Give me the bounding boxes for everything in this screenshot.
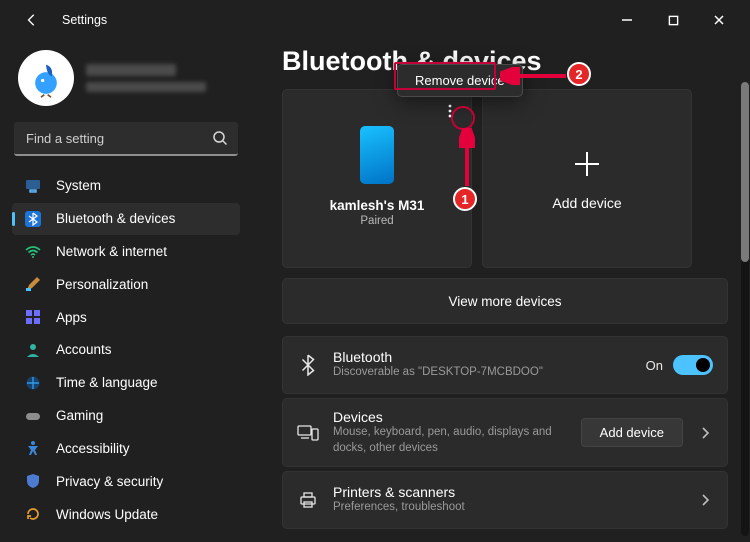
devices-icon (297, 422, 319, 444)
row-title: Bluetooth (333, 349, 632, 365)
minimize-button[interactable] (604, 4, 650, 36)
printer-icon (297, 489, 319, 511)
row-title: Devices (333, 409, 567, 425)
profile-block[interactable] (12, 46, 240, 120)
nav-privacy-security[interactable]: Privacy & security (12, 465, 240, 497)
nav-label: Privacy & security (56, 474, 163, 489)
bluetooth-outline-icon (297, 354, 319, 376)
nav-time-language[interactable]: Time & language (12, 367, 240, 399)
device-status: Paired (360, 215, 393, 227)
window-title: Settings (62, 13, 107, 27)
nav-accessibility[interactable]: Accessibility (12, 433, 240, 465)
row-devices[interactable]: Devices Mouse, keyboard, pen, audio, dis… (282, 398, 728, 467)
gaming-icon (24, 407, 42, 425)
nav-label: System (56, 178, 101, 193)
wifi-icon (24, 243, 42, 261)
nav-gaming[interactable]: Gaming (12, 400, 240, 432)
nav-personalization[interactable]: Personalization (12, 268, 240, 300)
accessibility-icon (24, 439, 42, 457)
profile-name-redacted (86, 64, 206, 92)
nav-apps[interactable]: Apps (12, 301, 240, 333)
scrollbar-thumb[interactable] (741, 82, 749, 262)
close-button[interactable] (696, 4, 742, 36)
nav-system[interactable]: System (12, 170, 240, 202)
bluetooth-toggle[interactable] (673, 355, 713, 375)
device-name: kamlesh's M31 (330, 198, 425, 213)
titlebar: Settings (0, 0, 750, 40)
row-subtitle: Discoverable as "DESKTOP-7MCBDOO" (333, 365, 632, 381)
device-more-button[interactable] (439, 100, 461, 122)
bluetooth-icon (24, 210, 42, 228)
nav-list: System Bluetooth & devices Network & int… (12, 170, 240, 530)
search-icon (212, 130, 228, 151)
update-icon (24, 505, 42, 523)
main-content: Bluetooth & devices kamlesh's M31 Paired… (252, 40, 750, 542)
paintbrush-icon (24, 275, 42, 293)
chevron-right-icon (697, 425, 713, 441)
nav-accounts[interactable]: Accounts (12, 334, 240, 366)
add-device-card[interactable]: Add device (482, 89, 692, 268)
back-button[interactable] (20, 13, 44, 27)
search-box[interactable] (14, 122, 238, 156)
row-subtitle: Mouse, keyboard, pen, audio, displays an… (333, 425, 567, 456)
toggle-label: On (646, 358, 663, 373)
paired-device-card[interactable]: kamlesh's M31 Paired (282, 89, 472, 268)
chevron-right-icon (697, 492, 713, 508)
row-printers[interactable]: Printers & scanners Preferences, trouble… (282, 471, 728, 529)
row-title: Printers & scanners (333, 484, 683, 500)
person-icon (24, 341, 42, 359)
view-more-label: View more devices (448, 294, 561, 309)
row-subtitle: Preferences, troubleshoot (333, 500, 683, 516)
nav-label: Network & internet (56, 244, 167, 259)
nav-label: Personalization (56, 277, 148, 292)
add-device-button[interactable]: Add device (581, 418, 683, 447)
maximize-button[interactable] (650, 4, 696, 36)
nav-label: Bluetooth & devices (56, 211, 175, 226)
nav-label: Accounts (56, 342, 112, 357)
nav-bluetooth-devices[interactable]: Bluetooth & devices (12, 203, 240, 235)
phone-icon (360, 126, 394, 184)
device-cards: kamlesh's M31 Paired Add device (282, 89, 728, 268)
apps-icon (24, 308, 42, 326)
nav-windows-update[interactable]: Windows Update (12, 498, 240, 530)
row-bluetooth[interactable]: Bluetooth Discoverable as "DESKTOP-7MCBD… (282, 336, 728, 394)
avatar (18, 50, 74, 106)
shield-icon (24, 472, 42, 490)
sidebar: System Bluetooth & devices Network & int… (0, 40, 252, 542)
add-device-label: Add device (552, 195, 621, 211)
nav-network[interactable]: Network & internet (12, 236, 240, 268)
nav-label: Windows Update (56, 507, 158, 522)
nav-label: Gaming (56, 408, 103, 423)
search-input[interactable] (14, 122, 238, 156)
nav-label: Apps (56, 310, 87, 325)
view-more-devices[interactable]: View more devices (282, 278, 728, 324)
nav-label: Accessibility (56, 441, 130, 456)
globe-clock-icon (24, 374, 42, 392)
settings-rows: Bluetooth Discoverable as "DESKTOP-7MCBD… (282, 336, 728, 529)
device-context-menu: Remove device (397, 64, 523, 97)
plus-icon (570, 147, 604, 181)
nav-label: Time & language (56, 375, 158, 390)
scrollbar[interactable] (741, 82, 749, 536)
monitor-icon (24, 177, 42, 195)
remove-device-menuitem[interactable]: Remove device (401, 68, 519, 93)
